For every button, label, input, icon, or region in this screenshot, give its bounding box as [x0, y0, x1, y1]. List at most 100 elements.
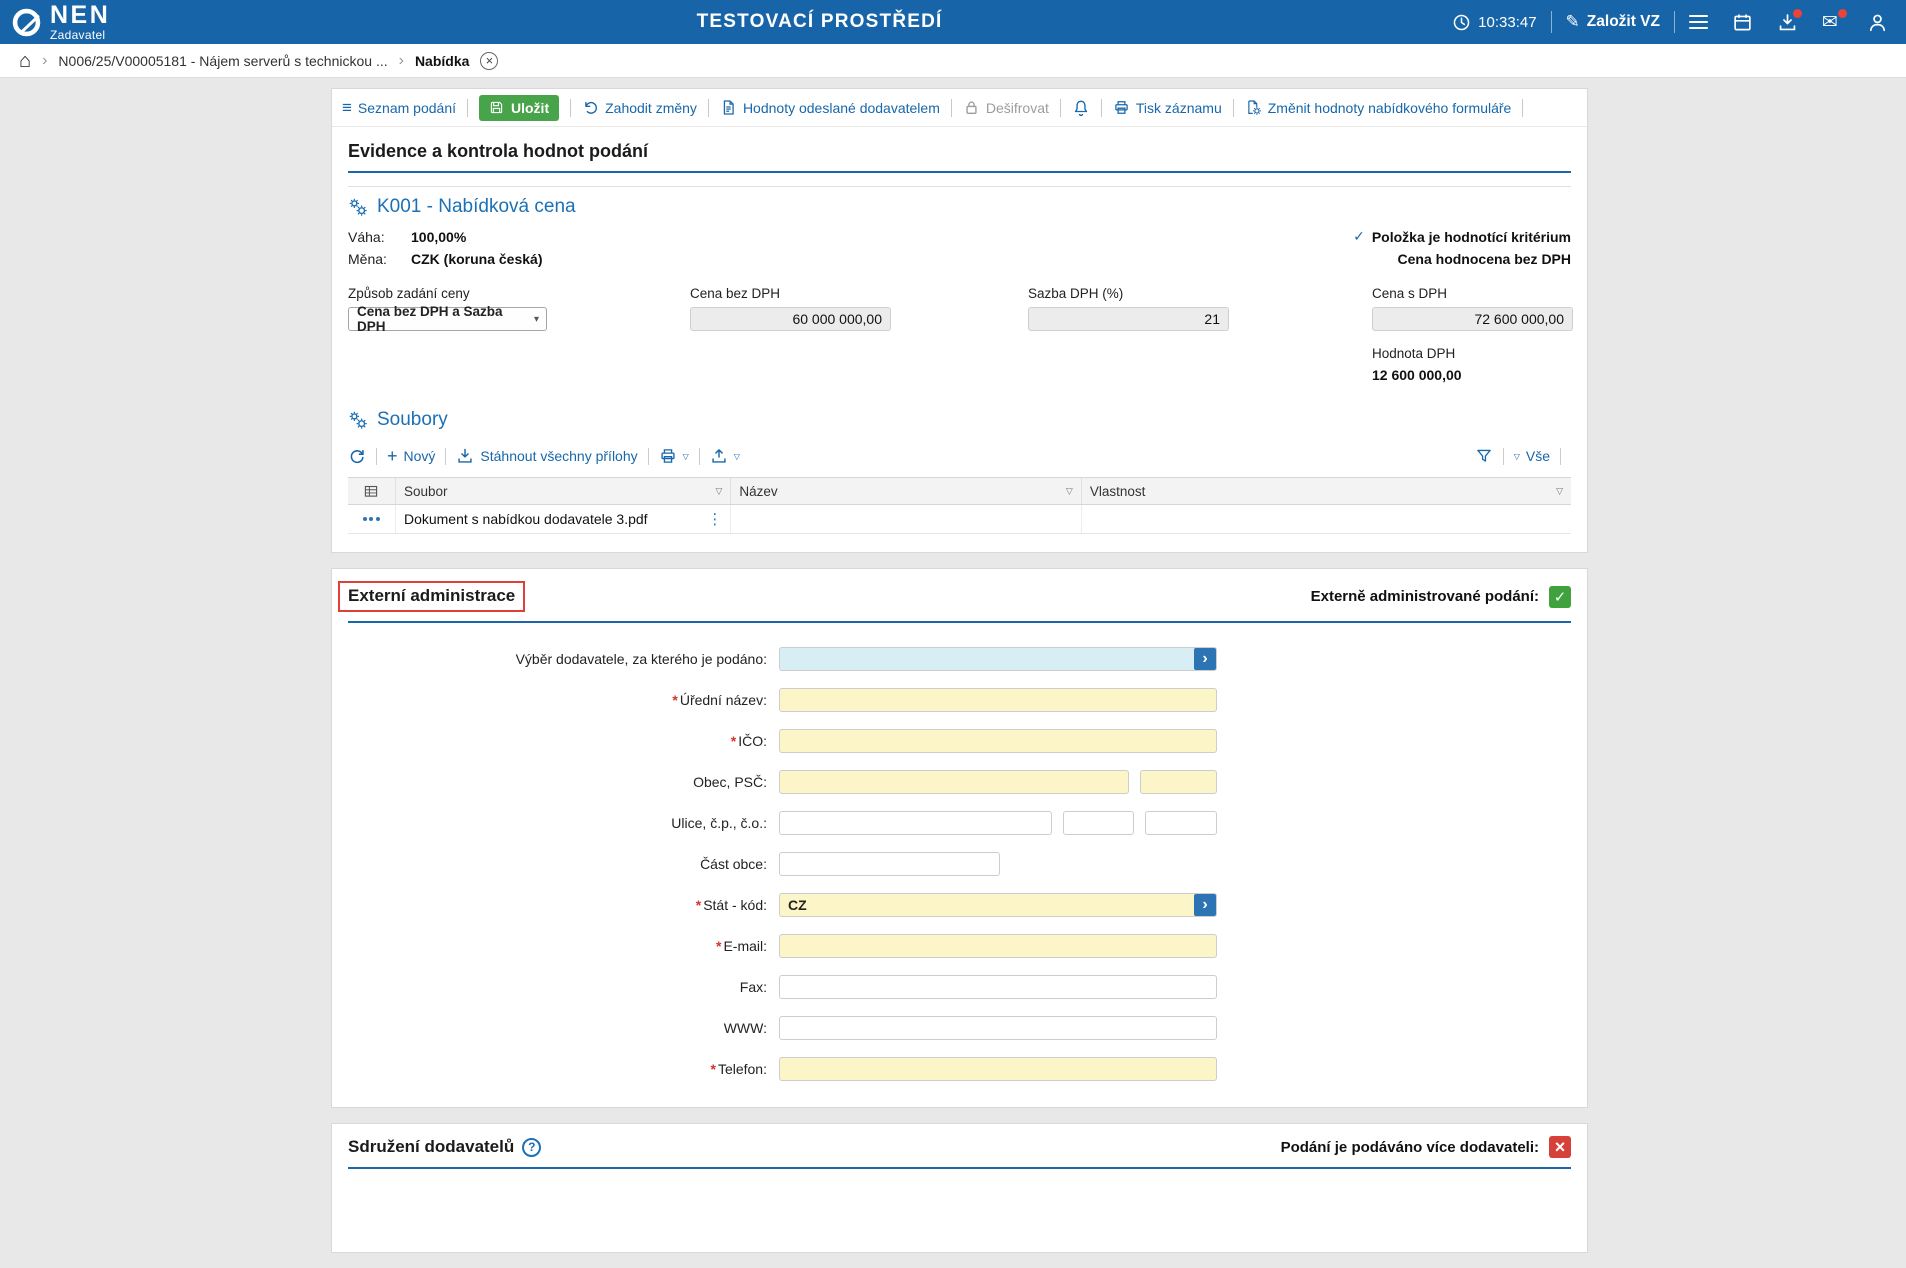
- cross-icon: ×: [1555, 1137, 1566, 1158]
- row-menu-icon[interactable]: [363, 517, 380, 521]
- hodnota-dph-label: Hodnota DPH: [1372, 346, 1462, 361]
- ulice-label: Ulice, č.p., č.o.:: [348, 815, 767, 831]
- section-k001-heading: K001 - Nabídková cena: [332, 187, 1587, 225]
- calendar-icon[interactable]: [1732, 12, 1753, 33]
- externi-form: Výběr dodavatele, za kterého je podáno: …: [332, 623, 1587, 1107]
- clock-icon: [1452, 13, 1471, 32]
- notifications-bell-icon[interactable]: [1072, 99, 1090, 117]
- new-file-button[interactable]: + Nový: [387, 447, 435, 465]
- notification-dot: [1793, 9, 1802, 18]
- column-vlastnost: Vlastnost ▽: [1082, 478, 1571, 504]
- checkbox-checked[interactable]: ✓: [1549, 586, 1571, 608]
- open-lookup-button[interactable]: ›: [1194, 894, 1216, 916]
- open-lookup-button[interactable]: ›: [1194, 648, 1216, 670]
- divider: [570, 99, 571, 117]
- create-vz-button[interactable]: ✎ Založit VZ: [1566, 12, 1660, 32]
- downloads-icon[interactable]: [1777, 12, 1798, 33]
- table-row[interactable]: Dokument s nabídkou dodavatele 3.pdf ⋮: [348, 505, 1571, 534]
- panel-externi-administrace: Externí administrace Externě administrov…: [331, 568, 1588, 1108]
- decrypt-button: Dešifrovat: [963, 99, 1049, 116]
- vaha-row: Váha: 100,00% ✓ Položka je hodnotící kri…: [332, 225, 1587, 248]
- cislo-orientacni-input[interactable]: [1145, 811, 1217, 835]
- divider: [1060, 99, 1061, 117]
- zpusob-zadani-select[interactable]: Cena bez DPH a Sazba DPH ▾: [348, 307, 547, 331]
- externe-administrovane-flag: Externě administrované podání: ✓: [1311, 586, 1571, 608]
- filter-icon[interactable]: [1475, 447, 1493, 465]
- psc-input[interactable]: [1140, 770, 1217, 794]
- column-soubor: Soubor ▽: [396, 478, 731, 504]
- uredni-nazev-input[interactable]: [779, 688, 1217, 712]
- www-input[interactable]: [779, 1016, 1217, 1040]
- topbar: NEN Zadavatel TESTOVACÍ PROSTŘEDÍ 10:33:…: [0, 0, 1906, 44]
- home-icon[interactable]: ⌂: [19, 51, 31, 71]
- mail-icon[interactable]: ✉: [1822, 12, 1843, 33]
- discard-changes-button[interactable]: Zahodit změny: [582, 99, 697, 116]
- cena-bez-dph-label: Cena bez DPH: [690, 286, 891, 301]
- filter-caret-icon[interactable]: ▽: [1556, 486, 1563, 497]
- cena-bez-dph-col: Cena bez DPH 60 000 000,00: [690, 286, 891, 331]
- table-settings-icon[interactable]: [348, 478, 396, 504]
- nen-logo-icon: [10, 6, 43, 39]
- close-tab-icon[interactable]: ×: [480, 52, 498, 70]
- save-icon: [489, 100, 504, 115]
- vaha-value: 100,00%: [411, 229, 466, 245]
- view-all-button[interactable]: ▽ Vše: [1514, 448, 1550, 464]
- breadcrumb-current[interactable]: Nabídka: [415, 53, 469, 69]
- download-all-attachments-button[interactable]: Stáhnout všechny přílohy: [456, 447, 637, 465]
- externi-administrace-heading: Externí administrace: [338, 581, 525, 612]
- divider: [1503, 448, 1504, 465]
- file-name: Dokument s nabídkou dodavatele 3.pdf: [404, 511, 648, 527]
- checkbox-unchecked[interactable]: ×: [1549, 1136, 1571, 1158]
- menu-icon[interactable]: [1689, 15, 1708, 29]
- document-gear-icon: [1245, 99, 1262, 116]
- brand-name: NEN: [50, 3, 110, 28]
- divider: [951, 99, 952, 117]
- vyber-dodavatele-field: [779, 647, 1217, 671]
- cislo-popisne-input[interactable]: [1063, 811, 1134, 835]
- telefon-input[interactable]: [779, 1057, 1217, 1081]
- vaha-label: Váha:: [348, 229, 411, 245]
- page-title: Evidence a kontrola hodnot podání: [332, 127, 1587, 171]
- lock-icon: [963, 99, 980, 116]
- ico-input[interactable]: [779, 729, 1217, 753]
- user-icon[interactable]: [1867, 12, 1888, 33]
- print-record-button[interactable]: Tisk záznamu: [1113, 99, 1222, 116]
- caret-down-icon: ▽: [1514, 452, 1520, 461]
- zpusob-zadani-col: Způsob zadání ceny Cena bez DPH a Sazba …: [348, 286, 547, 331]
- refresh-icon[interactable]: [348, 447, 366, 465]
- plus-icon: +: [387, 447, 398, 465]
- panel-evidence: ≡ Seznam podání Uložit Zahodit změny Hod…: [331, 88, 1588, 553]
- zpusob-zadani-label: Způsob zadání ceny: [348, 286, 547, 301]
- cast-obce-input[interactable]: [779, 852, 1000, 876]
- divider: [1674, 11, 1675, 33]
- topbar-actions: 10:33:47 ✎ Založit VZ ✉: [1452, 11, 1894, 33]
- app-logo[interactable]: NEN Zadavatel: [10, 3, 110, 41]
- files-toolbar: + Nový Stáhnout všechny přílohy ▽ ▽: [348, 441, 1571, 471]
- breadcrumb-procurement-link[interactable]: N006/25/V00005181 - Nájem serverů s tech…: [58, 53, 387, 69]
- change-form-values-button[interactable]: Změnit hodnoty nabídkového formuláře: [1245, 99, 1512, 116]
- filter-caret-icon[interactable]: ▽: [1066, 486, 1073, 497]
- bez-dph-flag: Cena hodnocena bez DPH: [1398, 251, 1571, 267]
- cena-s-dph-col: Cena s DPH 72 600 000,00: [1372, 286, 1573, 331]
- divider: [708, 99, 709, 117]
- mena-row: Měna: CZK (koruna česká) Cena hodnocena …: [332, 248, 1587, 270]
- command-toolbar: ≡ Seznam podání Uložit Zahodit změny Hod…: [332, 89, 1587, 127]
- filter-caret-icon[interactable]: ▽: [715, 486, 722, 497]
- email-input[interactable]: [779, 934, 1217, 958]
- supplier-values-button[interactable]: Hodnoty odeslané dodavatelem: [720, 99, 940, 116]
- save-button[interactable]: Uložit: [479, 95, 559, 121]
- divider: [699, 448, 700, 465]
- export-files-button[interactable]: ▽: [710, 447, 740, 465]
- obec-input[interactable]: [779, 770, 1129, 794]
- stat-kod-label: *Stát - kód:: [348, 897, 767, 913]
- seznam-podani-button[interactable]: ≡ Seznam podání: [342, 99, 456, 116]
- k001-form: Způsob zadání ceny Cena bez DPH a Sazba …: [348, 286, 1571, 398]
- section-soubory-heading: Soubory: [332, 400, 1587, 438]
- panel-sdruzeni: Sdružení dodavatelů ? Podání je podáváno…: [331, 1123, 1588, 1253]
- kebab-menu-icon[interactable]: ⋮: [707, 510, 722, 528]
- stat-kod-input[interactable]: [779, 893, 1217, 917]
- print-files-button[interactable]: ▽: [659, 447, 689, 465]
- caret-down-icon: ▽: [734, 452, 740, 461]
- ulice-input[interactable]: [779, 811, 1052, 835]
- fax-input[interactable]: [779, 975, 1217, 999]
